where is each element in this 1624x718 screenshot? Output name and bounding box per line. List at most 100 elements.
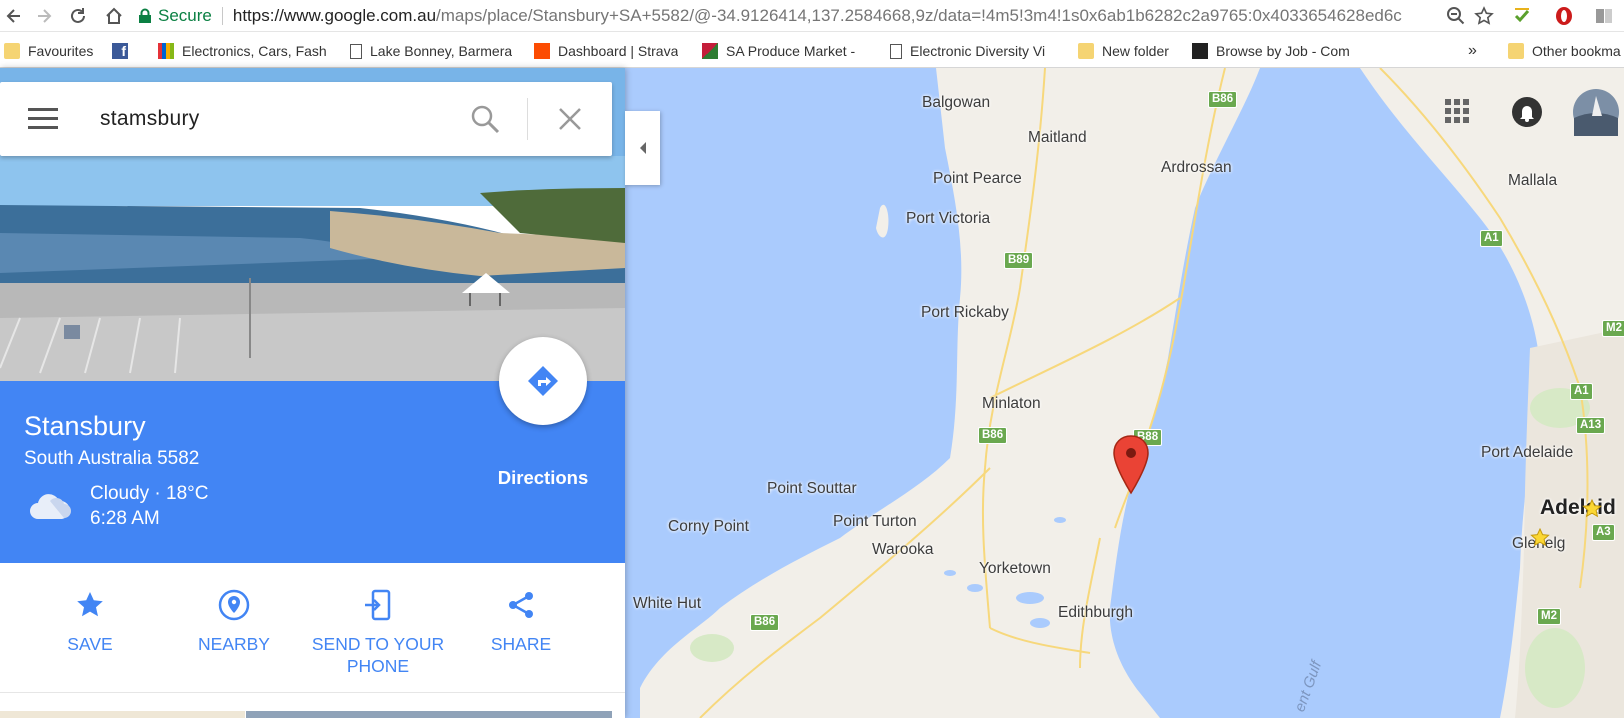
page-icon [890, 43, 902, 59]
bookmark-new-folder[interactable]: New folder [1078, 41, 1169, 61]
forward-arrow-icon [38, 9, 52, 23]
map-label-town[interactable]: Point Souttar [767, 480, 857, 498]
search-icon[interactable] [470, 104, 500, 134]
road-shield: B86 [978, 427, 1008, 444]
photo-strip[interactable] [0, 711, 612, 718]
place-actions: SAVE NEARBY SEND TO YOUR PHONE SHARE [0, 563, 625, 693]
bookmark-label: Lake Bonney, Barmera [370, 43, 513, 59]
place-photo[interactable]: stamsbury [0, 68, 625, 381]
bookmark-star-icon[interactable] [1472, 4, 1496, 28]
place-address: South Australia 5582 [24, 448, 200, 469]
map-label-town[interactable]: White Hut [633, 595, 701, 613]
nearby-pin-icon [218, 589, 250, 621]
extension-pages-icon[interactable] [1592, 4, 1616, 28]
place-title: Stansbury [24, 411, 146, 441]
photo-thumbnail[interactable] [0, 711, 245, 718]
star-marker-icon[interactable] [1582, 499, 1602, 519]
opera-extension-icon[interactable] [1552, 4, 1576, 28]
close-icon[interactable] [558, 107, 582, 131]
zoom-icon[interactable] [1444, 4, 1468, 28]
bookmark-electronic-diversity[interactable]: Electronic Diversity Vi [890, 41, 1060, 61]
collapse-panel-button[interactable] [625, 111, 660, 185]
bookmark-favourites[interactable]: Favourites [4, 41, 93, 61]
map-label-town[interactable]: Corny Point [668, 518, 749, 536]
bookmarks-overflow-button[interactable]: » [1468, 41, 1477, 61]
bookmark-label: New folder [1102, 43, 1169, 59]
weather-condition: Cloudy · 18°C [90, 483, 209, 504]
ebay-icon [158, 43, 174, 59]
bookmark-label: Dashboard | Strava [558, 43, 679, 59]
road-shield: M2 [1537, 608, 1561, 625]
url-path: /maps/place/Stansbury+SA+5582/@-34.91264… [436, 6, 1402, 25]
hamburger-menu-icon[interactable] [28, 106, 58, 132]
lock-icon [139, 8, 151, 23]
star-marker-icon[interactable] [1530, 528, 1550, 548]
save-button[interactable]: SAVE [15, 589, 165, 655]
home-button[interactable] [102, 4, 126, 28]
save-label: SAVE [67, 634, 113, 654]
place-panel: stamsbury Stansbury South Australia 5582… [0, 68, 625, 718]
account-avatar[interactable] [1572, 88, 1620, 136]
address-separator [221, 7, 223, 25]
send-to-phone-icon [362, 589, 394, 621]
road-shield: B86 [1208, 91, 1238, 108]
reload-button[interactable] [66, 4, 90, 28]
share-button[interactable]: SHARE [446, 589, 596, 655]
bookmark-label: Browse by Job - Com [1216, 43, 1350, 59]
bookmark-other[interactable]: Other bookma [1508, 41, 1624, 61]
bookmark-lake-bonney[interactable]: Lake Bonney, Barmera [350, 41, 512, 61]
road-shield: B89 [1004, 252, 1034, 269]
bookmark-sa-produce[interactable]: SA Produce Market - [702, 41, 872, 61]
back-button[interactable] [2, 4, 26, 28]
bookmark-label: Electronics, Cars, Fash [182, 43, 327, 59]
bookmark-browse-by-job[interactable]: Browse by Job - Com [1192, 41, 1362, 61]
apps-grid-icon[interactable] [1444, 98, 1470, 124]
secure-label: Secure [158, 6, 212, 25]
location-pin-icon[interactable] [1112, 434, 1150, 496]
job-site-icon [1192, 43, 1208, 59]
bookmark-ebay[interactable]: Electronics, Cars, Fash [158, 41, 330, 61]
road-shield: A3 [1592, 524, 1615, 541]
cloud-weather-icon [30, 494, 71, 519]
forward-button[interactable] [32, 4, 56, 28]
search-input[interactable]: stamsbury [100, 107, 200, 131]
map-label-town[interactable]: Minlaton [982, 395, 1041, 413]
map-label-town[interactable]: Maitland [1028, 129, 1087, 147]
map-label-city[interactable]: Adelaid [1540, 496, 1616, 520]
url-host: https://www.google.com.au [232, 6, 437, 25]
bookmark-strava[interactable]: Dashboard | Strava [534, 41, 678, 61]
produce-market-icon [702, 43, 718, 59]
road-shield: A1 [1480, 230, 1503, 247]
map-label-town[interactable]: Edithburgh [1058, 604, 1133, 622]
directions-button[interactable] [499, 337, 587, 425]
send-to-phone-label: SEND TO YOUR PHONE [311, 634, 445, 676]
bookmark-label: Electronic Diversity Vi [910, 43, 1046, 59]
bookmark-facebook[interactable]: f [112, 41, 136, 61]
map-label-town[interactable]: Point Turton [833, 513, 917, 531]
notifications-bell-icon[interactable] [1511, 96, 1543, 128]
nearby-button[interactable]: NEARBY [159, 589, 309, 655]
map-label-town[interactable]: Port Adelaide [1481, 444, 1573, 462]
road-shield: B86 [750, 614, 780, 631]
folder-icon [1078, 43, 1094, 59]
photo-thumbnail[interactable] [246, 711, 612, 718]
map-label-town[interactable]: Port Rickaby [921, 304, 1009, 322]
directions-arrow-icon [528, 366, 558, 396]
directions-label[interactable]: Directions [460, 467, 625, 489]
address-bar[interactable]: Secure https://www.google.com.au/maps/pl… [138, 3, 1468, 29]
map-label-town[interactable]: Yorketown [979, 560, 1051, 578]
map-label-town[interactable]: Point Pearce [933, 170, 1022, 188]
extension-shield-icon[interactable] [1510, 4, 1534, 28]
map-label-town[interactable]: Mallala [1508, 172, 1557, 190]
road-shield: M2 [1602, 320, 1624, 337]
bookmark-label: SA Produce Market - [726, 43, 856, 59]
reload-icon [71, 8, 85, 23]
send-to-phone-button[interactable]: SEND TO YOUR PHONE [303, 589, 453, 677]
map-label-town[interactable]: Port Victoria [906, 210, 990, 228]
map-label-town[interactable]: Warooka [872, 541, 933, 559]
map-label-town[interactable]: Balgowan [922, 94, 990, 112]
back-arrow-icon [6, 9, 20, 23]
map-label-town[interactable]: Ardrossan [1161, 159, 1232, 177]
search-box[interactable]: stamsbury [0, 82, 612, 156]
weather-time: 6:28 AM [90, 508, 160, 529]
